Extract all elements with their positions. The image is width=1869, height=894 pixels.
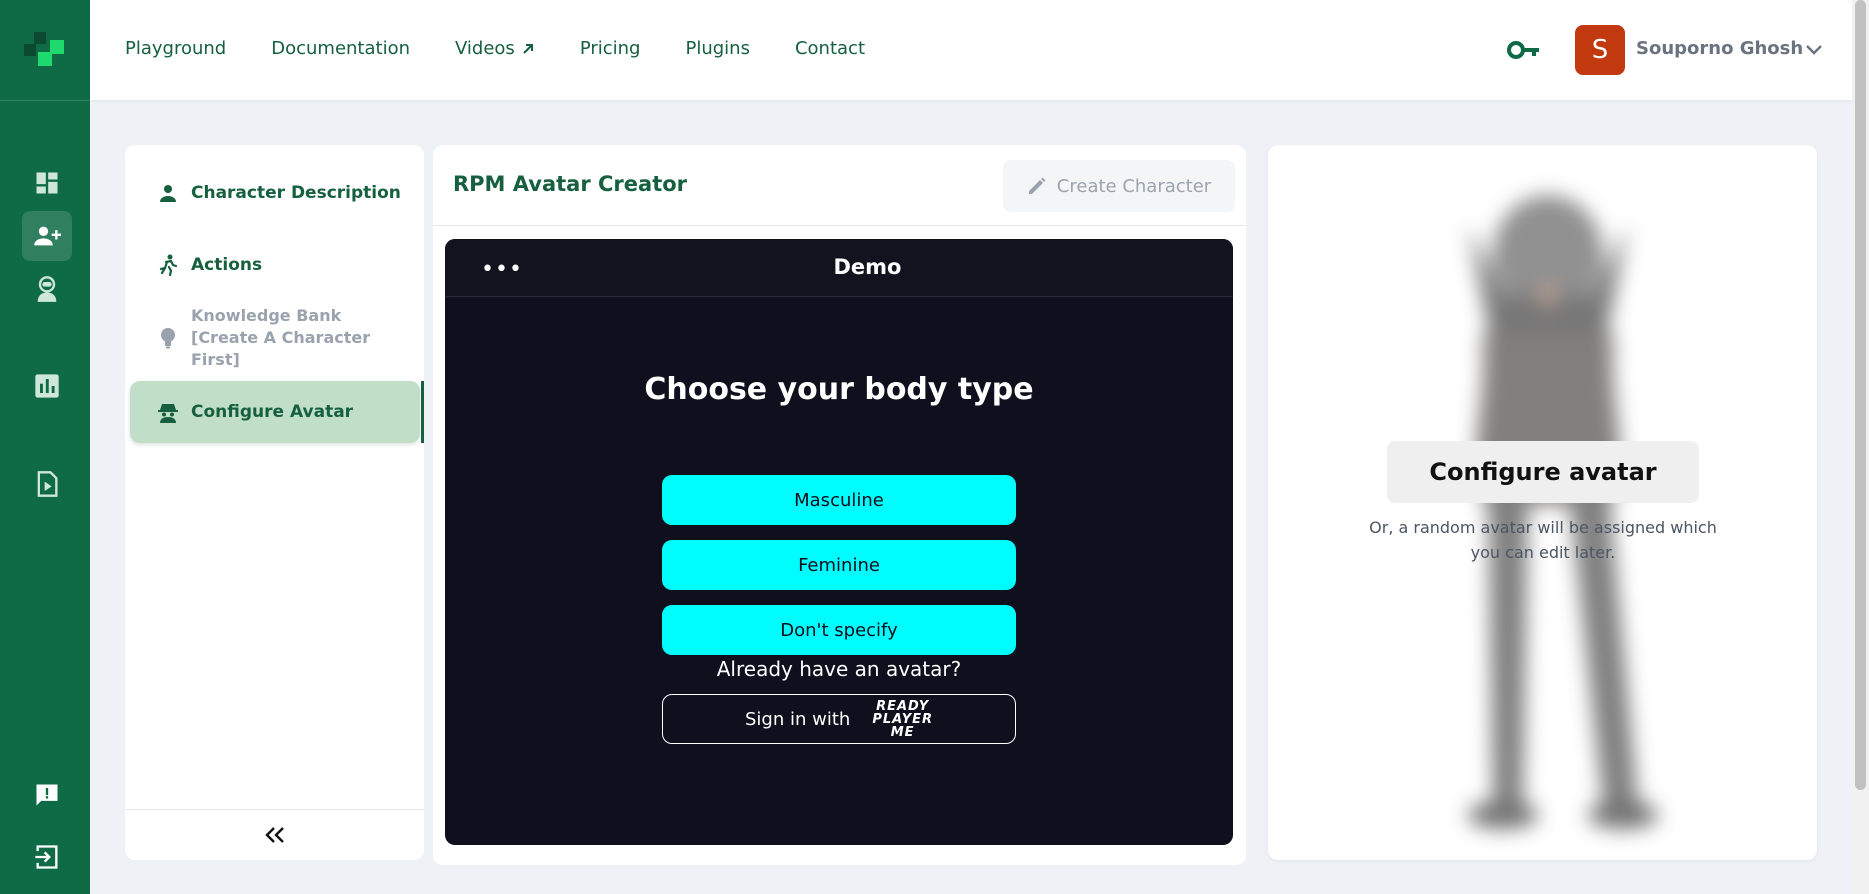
main-nav: Playground Documentation Videos Pricing … (125, 38, 910, 59)
video-file-icon (37, 471, 58, 497)
nav-label: Pricing (579, 38, 641, 59)
running-icon (155, 252, 181, 278)
step-label: Character Description (191, 183, 401, 203)
character-icon (37, 276, 57, 302)
logo-line: PLAYER (872, 711, 933, 727)
feminine-button[interactable]: Feminine (662, 540, 1016, 590)
nav-documentation[interactable]: Documentation (271, 38, 410, 59)
ready-player-me-logo: READY PLAYER ME (872, 700, 933, 739)
step-label: Actions (191, 255, 263, 275)
panel-divider (433, 225, 1246, 226)
logout-nav-button[interactable] (22, 832, 72, 882)
step-actions[interactable]: Actions (155, 252, 262, 278)
left-rail (0, 0, 90, 894)
collapse-panel-button[interactable] (260, 820, 290, 850)
person-icon (155, 180, 181, 206)
sign-in-label: Sign in with (745, 708, 851, 730)
steps-panel: Character Description Actions Knowledge … (125, 145, 424, 860)
analytics-nav-button[interactable] (22, 361, 72, 411)
panel-title: RPM Avatar Creator (453, 172, 688, 196)
lightbulb-icon (155, 325, 181, 351)
double-chevron-left-icon (265, 827, 284, 843)
body-type-heading: Choose your body type (644, 372, 1034, 407)
demo-title: Demo (833, 255, 902, 279)
step-label: Configure Avatar (191, 402, 354, 422)
nav-contact[interactable]: Contact (795, 38, 865, 59)
scrollbar-thumb[interactable] (1855, 0, 1866, 790)
active-step-indicator (421, 381, 424, 443)
nav-label: Videos (455, 38, 515, 59)
user-name[interactable]: Souporno Ghosh (1636, 38, 1803, 59)
rail-divider (0, 100, 90, 101)
sign-in-rpm-button[interactable]: Sign in with READY PLAYER ME (662, 694, 1016, 744)
create-character-button[interactable]: Create Character (1003, 160, 1235, 212)
step-character-description[interactable]: Character Description (155, 180, 401, 206)
nav-playground[interactable]: Playground (125, 38, 226, 59)
masculine-button[interactable]: Masculine (662, 475, 1016, 525)
nav-label: Documentation (271, 38, 410, 59)
configure-avatar-button[interactable]: Configure avatar (1387, 441, 1699, 503)
dashboard-nav-button[interactable] (22, 158, 72, 208)
nav-label: Plugins (685, 38, 750, 59)
already-have-avatar-text: Already have an avatar? (716, 657, 962, 681)
nav-pricing[interactable]: Pricing (580, 38, 641, 59)
add-user-icon (34, 226, 61, 246)
dashboard-icon (36, 172, 58, 194)
create-character-nav-button[interactable] (22, 211, 72, 261)
nav-plugins[interactable]: Plugins (685, 38, 749, 59)
dont-specify-button[interactable]: Don't specify (662, 605, 1016, 655)
app-logo[interactable] (20, 26, 70, 76)
feedback-nav-button[interactable] (22, 770, 72, 820)
avatar-creator-panel: RPM Avatar Creator Create Character ••• … (433, 145, 1246, 865)
logo-line: READY (876, 698, 930, 714)
page-scrollbar[interactable] (1852, 0, 1869, 894)
key-icon[interactable] (1507, 36, 1541, 64)
analytics-icon (35, 374, 59, 398)
nav-videos[interactable]: Videos (455, 38, 535, 59)
step-label: Knowledge Bank [Create A Character First… (191, 306, 371, 369)
demo-header: ••• Demo (445, 239, 1233, 297)
random-avatar-note: Or, a random avatar will be assigned whi… (1369, 518, 1717, 562)
pencil-icon (1028, 177, 1046, 194)
arrow-up-right-icon (523, 43, 533, 54)
create-character-label: Create Character (1056, 175, 1212, 197)
rpm-iframe: ••• Demo Choose your body type Masculine… (445, 239, 1233, 845)
user-avatar[interactable]: S (1575, 25, 1625, 75)
chevron-down-icon[interactable] (1804, 40, 1824, 60)
logo-line: ME (890, 724, 915, 740)
step-knowledge-bank: Knowledge Bank [Create A Character First… (155, 305, 381, 371)
panel-footer-divider (125, 809, 424, 810)
top-bar: Playground Documentation Videos Pricing … (90, 0, 1852, 100)
nav-label: Contact (794, 38, 865, 59)
characters-nav-button[interactable] (22, 264, 72, 314)
videos-nav-button[interactable] (22, 459, 72, 509)
logout-icon (35, 845, 58, 869)
nav-label: Playground (125, 38, 227, 59)
avatar-preview-panel: Configure avatar Or, a random avatar wil… (1268, 145, 1817, 860)
spy-icon (155, 399, 181, 425)
feedback-icon (36, 784, 58, 806)
step-configure-avatar[interactable]: Configure Avatar (155, 399, 353, 425)
